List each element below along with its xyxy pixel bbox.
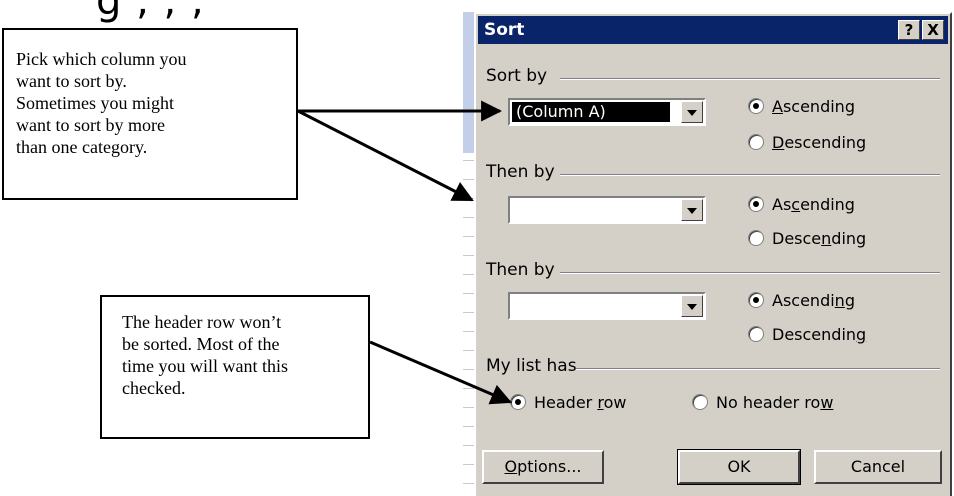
- arrow-to-then-by: [297, 109, 474, 202]
- annotation-arrows: [297, 100, 512, 405]
- arrow-to-header-row: [369, 340, 512, 405]
